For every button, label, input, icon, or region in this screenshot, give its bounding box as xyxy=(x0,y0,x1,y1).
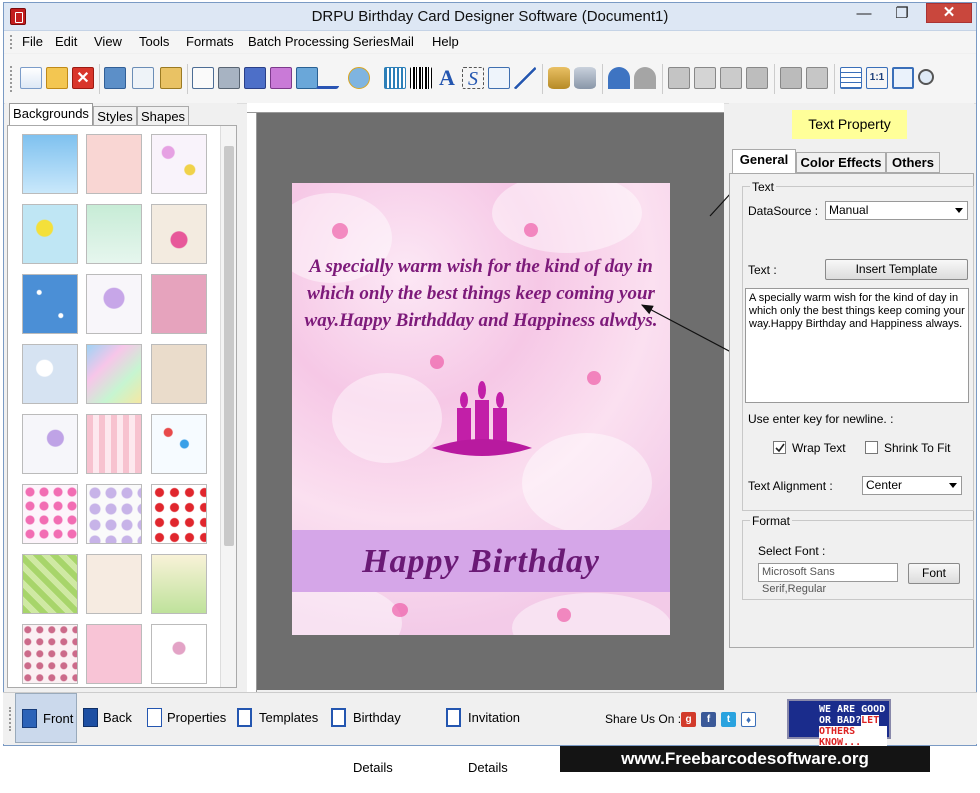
templates-icon xyxy=(237,708,252,727)
chevron-down-icon xyxy=(955,208,963,213)
font-button[interactable]: Font xyxy=(908,563,960,584)
google-plus-icon[interactable]: g xyxy=(681,712,696,727)
bottom-grip xyxy=(9,707,13,731)
text-group-label: Text xyxy=(750,180,777,194)
chevron-down-icon xyxy=(949,483,957,488)
wrap-text-checkbox[interactable] xyxy=(773,441,786,454)
checkmark-icon xyxy=(775,443,785,453)
share-label: Share Us On : xyxy=(605,712,682,726)
templates-label: Templates xyxy=(259,710,319,725)
properties-button[interactable]: Properties xyxy=(145,693,227,743)
insert-template-button[interactable]: Insert Template xyxy=(825,259,968,280)
text-property-badge: Text Property xyxy=(792,110,907,139)
text-property-panel: Text Property General Color Effects Othe… xyxy=(729,103,974,690)
templates-button[interactable]: Templates xyxy=(235,693,319,743)
datasource-label: DataSource : xyxy=(748,204,819,218)
front-button[interactable]: Front xyxy=(15,693,77,743)
feedback-line-1: WE ARE GOOD xyxy=(819,704,886,715)
tab-others[interactable]: Others xyxy=(886,152,940,173)
back-page-icon xyxy=(83,708,98,727)
front-page-icon xyxy=(22,709,37,728)
back-button[interactable]: Back xyxy=(81,693,137,743)
invitation-details-icon xyxy=(446,708,461,727)
select-font-label: Select Font : xyxy=(758,544,826,558)
back-label: Back xyxy=(103,710,132,725)
newline-hint: Use enter key for newline. : xyxy=(748,412,894,426)
feedback-banner[interactable]: WE ARE GOOD OR BAD?LET OTHERS KNOW... xyxy=(787,699,891,748)
like-icon[interactable]: ♦ xyxy=(741,712,756,727)
website-watermark: www.Freebarcodesoftware.org xyxy=(560,746,930,772)
birthday-details-label: Birthday Details xyxy=(353,710,401,775)
datasource-select[interactable]: Manual xyxy=(825,201,968,220)
facebook-icon[interactable]: f xyxy=(701,712,716,727)
properties-icon xyxy=(147,708,162,727)
font-field[interactable]: Microsoft Sans Serif,Regular xyxy=(758,563,898,595)
text-input[interactable]: A specially warm wish for the kind of da… xyxy=(745,288,969,403)
feedback-line-3: OTHERS KNOW... xyxy=(819,726,887,748)
twitter-icon[interactable]: t xyxy=(721,712,736,727)
invitation-details-label: Invitation Details xyxy=(468,710,521,775)
birthday-details-button[interactable]: Birthday Details xyxy=(329,693,437,775)
text-label: Text : xyxy=(748,263,777,277)
bottom-toolbar: Front Back Properties Templates Birthday… xyxy=(3,692,977,775)
general-tab-content: Text DataSource : Manual Text : Insert T… xyxy=(729,173,974,648)
tab-color-effects[interactable]: Color Effects xyxy=(796,152,886,173)
text-alignment-label: Text Alignment : xyxy=(748,479,833,493)
shrink-to-fit-label: Shrink To Fit xyxy=(884,441,951,455)
feedback-let: LET xyxy=(861,715,880,726)
feedback-line-2: OR BAD? xyxy=(819,715,862,726)
properties-label: Properties xyxy=(167,710,227,725)
shrink-to-fit-checkbox[interactable] xyxy=(865,441,878,454)
invitation-details-button[interactable]: Invitation Details xyxy=(444,693,560,775)
birthday-details-icon xyxy=(331,708,346,727)
front-label: Front xyxy=(43,711,74,726)
tab-general[interactable]: General xyxy=(732,149,796,174)
wrap-text-label: Wrap Text xyxy=(792,441,846,455)
format-group-label: Format xyxy=(750,514,793,528)
text-alignment-value: Center xyxy=(866,478,903,492)
text-alignment-select[interactable]: Center xyxy=(862,476,962,495)
datasource-value: Manual xyxy=(829,203,869,217)
